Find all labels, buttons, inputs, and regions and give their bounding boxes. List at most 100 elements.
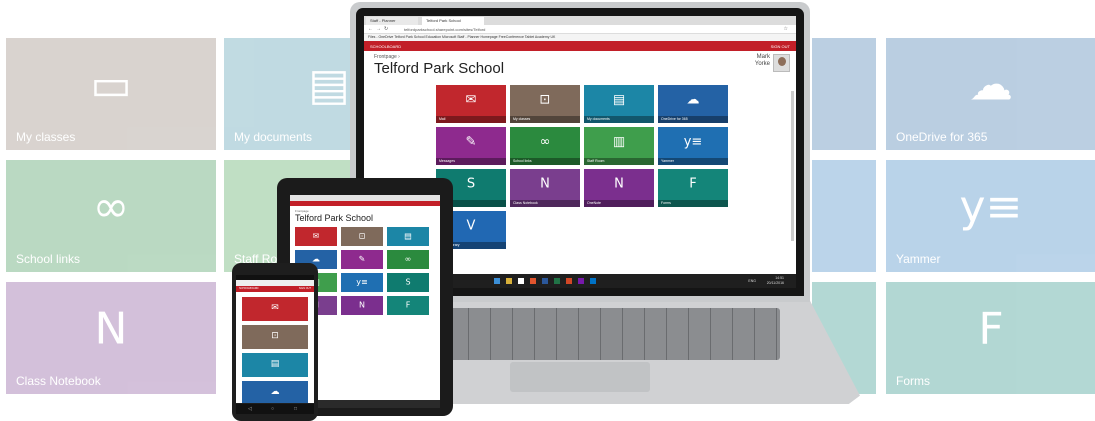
back-icon[interactable]: ◁ <box>248 406 252 412</box>
tablet-tile[interactable]: ∞ <box>387 250 429 269</box>
user-name: Mark Yorke <box>740 54 770 68</box>
bg-tile-partial <box>812 160 876 272</box>
tablet-tile[interactable]: y≡ <box>341 273 383 292</box>
video-icon: V <box>466 218 476 234</box>
cloud-icon: ☁ <box>969 59 1013 111</box>
bg-tile-label: Forms <box>896 374 930 388</box>
excel-icon[interactable] <box>554 278 560 284</box>
onenote-taskbar-icon[interactable] <box>578 278 584 284</box>
phone-sign-out[interactable]: SIGN OUT <box>299 286 311 292</box>
tablet-page-title: Telford Park School <box>295 213 374 223</box>
avatar[interactable] <box>773 54 790 72</box>
store-icon[interactable] <box>518 278 524 284</box>
tile-school-links[interactable]: ∞ School links <box>510 127 580 165</box>
edge-icon[interactable] <box>494 278 500 284</box>
tile-yammer[interactable]: y≡ Yammer <box>658 127 728 165</box>
tablet-tile[interactable]: ✎ <box>341 250 383 269</box>
page-title: Telford Park School <box>374 60 505 77</box>
tablet-tile[interactable]: N <box>341 296 383 315</box>
recent-apps-icon[interactable]: □ <box>294 406 297 412</box>
tile-onenote[interactable]: N OneNote <box>584 169 654 207</box>
bg-tile-onedrive: ☁ OneDrive for 365 <box>886 38 1095 150</box>
browser-tab-active[interactable]: Telford Park School <box>422 17 484 25</box>
phone-tile[interactable]: ▤ <box>242 353 308 377</box>
cloud-icon: ☁ <box>686 92 700 108</box>
tile-messages[interactable]: ✎ Messages <box>436 127 506 165</box>
address-bar: ← → ↻ telfordparkschool.sharepoint.com/s… <box>364 25 796 34</box>
bg-tile-label: School links <box>16 252 81 266</box>
bg-tile-my-classes: ▭ My classes <box>6 38 216 150</box>
tile-my-documents[interactable]: ▤ My documents <box>584 85 654 123</box>
back-icon[interactable]: ← <box>368 26 373 32</box>
tablet-tile[interactable]: ⊡ <box>341 227 383 246</box>
messages-icon: ✎ <box>465 134 477 150</box>
phone-tile[interactable]: ✉ <box>242 297 308 321</box>
phone-app-brand[interactable]: SCHOOLBOARD <box>239 287 258 290</box>
sway-icon: S <box>405 277 411 287</box>
link-icon: ∞ <box>404 254 412 264</box>
tablet-tile[interactable]: S <box>387 273 429 292</box>
favorites-bar[interactable]: Files - OneDrive Telford Park School Edu… <box>364 34 796 41</box>
tile-label: Class Notebook <box>510 200 580 207</box>
onenote-icon: N <box>359 300 365 310</box>
user-last-name: Yorke <box>754 61 770 67</box>
mail-icon: ✉ <box>271 302 279 313</box>
cloud-icon: ☁ <box>270 386 280 397</box>
tile-mail[interactable]: ✉ Mail <box>436 85 506 123</box>
tile-label: Staff Room <box>584 158 654 165</box>
taskbar-clock[interactable]: 14:51 20/11/2016 <box>767 276 784 286</box>
clock-date: 20/11/2016 <box>766 281 784 285</box>
link-icon: ∞ <box>539 134 551 150</box>
word-icon[interactable] <box>542 278 548 284</box>
powerpoint-icon[interactable] <box>566 278 572 284</box>
onenote-icon: N <box>614 176 624 192</box>
language-indicator[interactable]: ENG <box>748 279 756 283</box>
tile-my-classes[interactable]: ⊡ My classes <box>510 85 580 123</box>
document-icon: ▤ <box>270 358 280 369</box>
scrollbar[interactable] <box>791 91 794 241</box>
document-icon: ▤ <box>404 231 412 241</box>
folder-icon[interactable] <box>506 278 512 284</box>
phone-tile[interactable]: ☁ <box>242 381 308 403</box>
tile-label: My classes <box>510 116 580 123</box>
browser-tab[interactable]: Staff - Planner <box>366 17 418 25</box>
phone-screen: SCHOOLBOARD SIGN OUT ✉ ⊡ ▤ ☁ <box>236 275 314 403</box>
refresh-icon[interactable]: ↻ <box>384 26 388 32</box>
mail-icon: ✉ <box>312 231 320 241</box>
bg-tile-school-links: ∞ School links <box>6 160 216 272</box>
presenter-icon: ▭ <box>90 59 132 111</box>
sway-icon: S <box>466 176 476 192</box>
star-icon[interactable]: ☆ <box>784 26 788 32</box>
outlook-icon[interactable] <box>590 278 596 284</box>
chrome-icon[interactable] <box>530 278 536 284</box>
tile-label: OneNote <box>584 200 654 207</box>
forms-icon: F <box>689 176 697 192</box>
tile-onedrive-for-365[interactable]: ☁ OneDrive for 365 <box>658 85 728 123</box>
tablet-tile[interactable]: ▤ <box>387 227 429 246</box>
messages-icon: ✎ <box>358 254 366 264</box>
home-icon[interactable]: ○ <box>271 406 274 412</box>
yammer-icon: y≡ <box>683 134 703 150</box>
laptop-touchpad <box>510 362 650 392</box>
tile-label: Yammer <box>658 158 728 165</box>
tile-forms[interactable]: F Forms <box>658 169 728 207</box>
bg-tile-label: Class Notebook <box>16 374 101 388</box>
forward-icon[interactable]: → <box>376 26 381 32</box>
tile-class-notebook[interactable]: N Class Notebook <box>510 169 580 207</box>
phone-tile[interactable]: ⊡ <box>242 325 308 349</box>
browser-tab-bar: Staff - Planner Telford Park School <box>364 16 796 25</box>
user-first-name: Mark <box>756 54 770 60</box>
bg-tile-label: Yammer <box>896 252 941 266</box>
cloud-icon: ☁ <box>312 254 320 264</box>
tablet-tile[interactable]: F <box>387 296 429 315</box>
sign-out-link[interactable]: SIGN OUT <box>771 44 790 49</box>
bg-tile-label: OneDrive for 365 <box>896 130 988 144</box>
link-icon: ∞ <box>92 181 130 233</box>
tile-label: Mail <box>436 116 506 123</box>
app-brand[interactable]: SCHOOLBOARD <box>370 44 401 49</box>
tile-label: OneDrive for 365 <box>658 116 728 123</box>
url-field[interactable]: telfordparkschool.sharepoint.com/sites/T… <box>404 27 704 32</box>
tile-staff-room[interactable]: ▥ Staff Room <box>584 127 654 165</box>
mail-icon: ✉ <box>465 92 477 108</box>
tablet-tile[interactable]: ✉ <box>295 227 337 246</box>
